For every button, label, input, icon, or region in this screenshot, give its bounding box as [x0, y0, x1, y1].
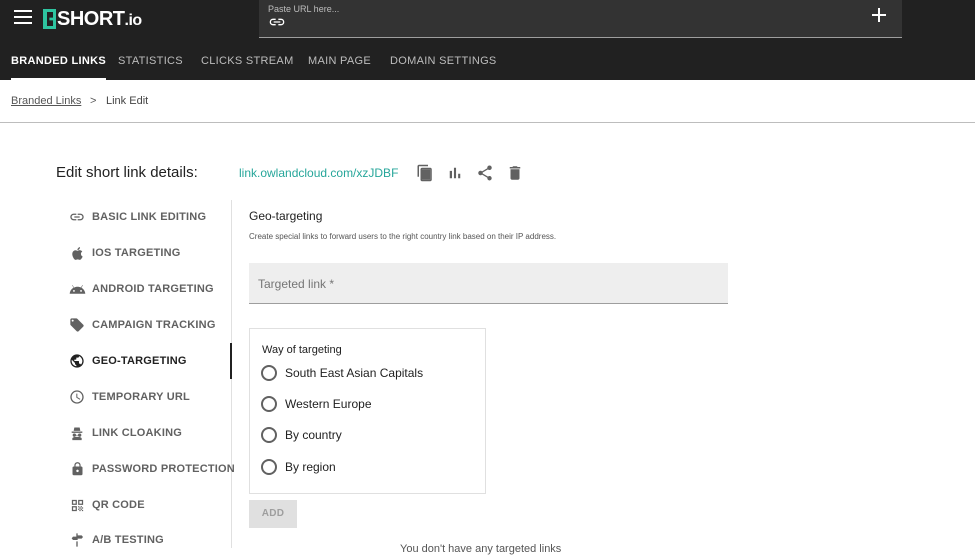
menu-icon[interactable] — [14, 10, 32, 24]
spy-icon — [68, 424, 86, 442]
radio-label: Western Europe — [285, 397, 372, 411]
sidebar-item-qr-code[interactable]: QR CODE — [68, 495, 145, 515]
share-icon[interactable] — [476, 164, 494, 182]
empty-state-note: You don't have any targeted links — [400, 543, 562, 555]
radio-western-europe[interactable]: Western Europe — [261, 395, 372, 413]
add-button[interactable]: ADD — [249, 500, 297, 528]
sidebar-item-label: GEO-TARGETING — [92, 355, 187, 367]
sidebar-item-label: IOS TARGETING — [92, 247, 181, 259]
radio-label: South East Asian Capitals — [285, 366, 424, 380]
sidebar-item-label: PASSWORD PROTECTION — [92, 463, 235, 475]
url-input[interactable]: Paste URL here... — [259, 0, 902, 38]
sidebar-item-link-cloaking[interactable]: LINK CLOAKING — [68, 423, 182, 443]
sidebar-item-label: LINK CLOAKING — [92, 427, 182, 439]
radio-label: By region — [285, 460, 336, 474]
tab-statistics[interactable]: STATISTICS — [118, 38, 183, 80]
section-title: Geo-targeting — [249, 209, 323, 223]
apple-icon — [68, 244, 86, 262]
sidebar-item-password-protection[interactable]: PASSWORD PROTECTION — [68, 459, 235, 479]
sidebar-item-label: QR CODE — [92, 499, 145, 511]
sidebar-item-label: TEMPORARY URL — [92, 391, 190, 403]
sidebar-item-label: ANDROID TARGETING — [92, 283, 214, 295]
logo[interactable]: SHORT.io — [43, 7, 142, 31]
tag-icon — [68, 316, 86, 334]
sidebar-item-label: A/B TESTING — [92, 534, 164, 546]
tab-clicks-stream[interactable]: CLICKS STREAM — [201, 38, 294, 80]
android-icon — [68, 280, 86, 298]
lock-icon — [68, 460, 86, 478]
top-bar: SHORT.io Paste URL here... — [0, 0, 975, 38]
sidebar-item-label: CAMPAIGN TRACKING — [92, 319, 216, 331]
radio-circle[interactable] — [261, 459, 277, 475]
chevron-right-icon: > — [90, 95, 97, 107]
targeted-link-input[interactable]: Targeted link * — [249, 263, 728, 304]
sidebar-item-ab-testing[interactable]: A/B TESTING — [68, 530, 164, 550]
breadcrumb-current: Link Edit — [106, 95, 149, 107]
sidebar-item-temporary-url[interactable]: TEMPORARY URL — [68, 387, 190, 407]
radio-circle[interactable] — [261, 396, 277, 412]
url-placeholder: Paste URL here... — [268, 4, 340, 14]
link-icon — [68, 208, 86, 226]
sidebar-item-android-targeting[interactable]: ANDROID TARGETING — [68, 279, 214, 299]
breadcrumb: Branded Links > Link Edit — [0, 80, 975, 123]
radio-circle[interactable] — [261, 427, 277, 443]
globe-icon — [68, 352, 86, 370]
section-description: Create special links to forward users to… — [249, 232, 557, 241]
logo-mark — [43, 9, 56, 29]
way-of-targeting-group: Way of targeting South East Asian Capita… — [249, 328, 486, 494]
radio-by-region[interactable]: By region — [261, 458, 336, 476]
sidebar-item-label: BASIC LINK EDITING — [92, 211, 207, 223]
breadcrumb-branded-links[interactable]: Branded Links — [11, 95, 81, 107]
way-of-targeting-title: Way of targeting — [262, 344, 342, 356]
logo-text: SHORT.io — [57, 7, 142, 30]
signpost-icon — [68, 531, 86, 549]
short-link[interactable]: link.owlandcloud.com/xzJDBF — [239, 166, 398, 180]
sidebar-item-geo-targeting[interactable]: GEO-TARGETING — [68, 351, 187, 371]
sidebar-item-ios-targeting[interactable]: IOS TARGETING — [68, 243, 181, 263]
radio-south-east-asian-capitals[interactable]: South East Asian Capitals — [261, 364, 423, 382]
sidebar-item-campaign-tracking[interactable]: CAMPAIGN TRACKING — [68, 315, 216, 335]
link-icon — [269, 18, 285, 26]
page-title: Edit short link details: — [56, 164, 198, 181]
radio-label: By country — [285, 428, 342, 442]
tab-branded-links[interactable]: BRANDED LINKS — [11, 38, 106, 80]
main-nav: BRANDED LINKS STATISTICS CLICKS STREAM M… — [0, 38, 975, 80]
clock-icon — [68, 388, 86, 406]
targeted-link-label: Targeted link * — [258, 277, 335, 291]
copy-icon[interactable] — [416, 164, 434, 182]
tab-domain-settings[interactable]: DOMAIN SETTINGS — [390, 38, 497, 80]
radio-by-country[interactable]: By country — [261, 426, 342, 444]
stats-icon[interactable] — [446, 164, 464, 182]
active-indicator — [230, 343, 232, 379]
sidebar-item-basic-link-editing[interactable]: BASIC LINK EDITING — [68, 207, 206, 227]
qr-icon — [68, 496, 86, 514]
add-link-button[interactable] — [872, 8, 886, 22]
delete-icon[interactable] — [506, 164, 524, 182]
radio-circle[interactable] — [261, 365, 277, 381]
tab-main-page[interactable]: MAIN PAGE — [308, 38, 371, 80]
